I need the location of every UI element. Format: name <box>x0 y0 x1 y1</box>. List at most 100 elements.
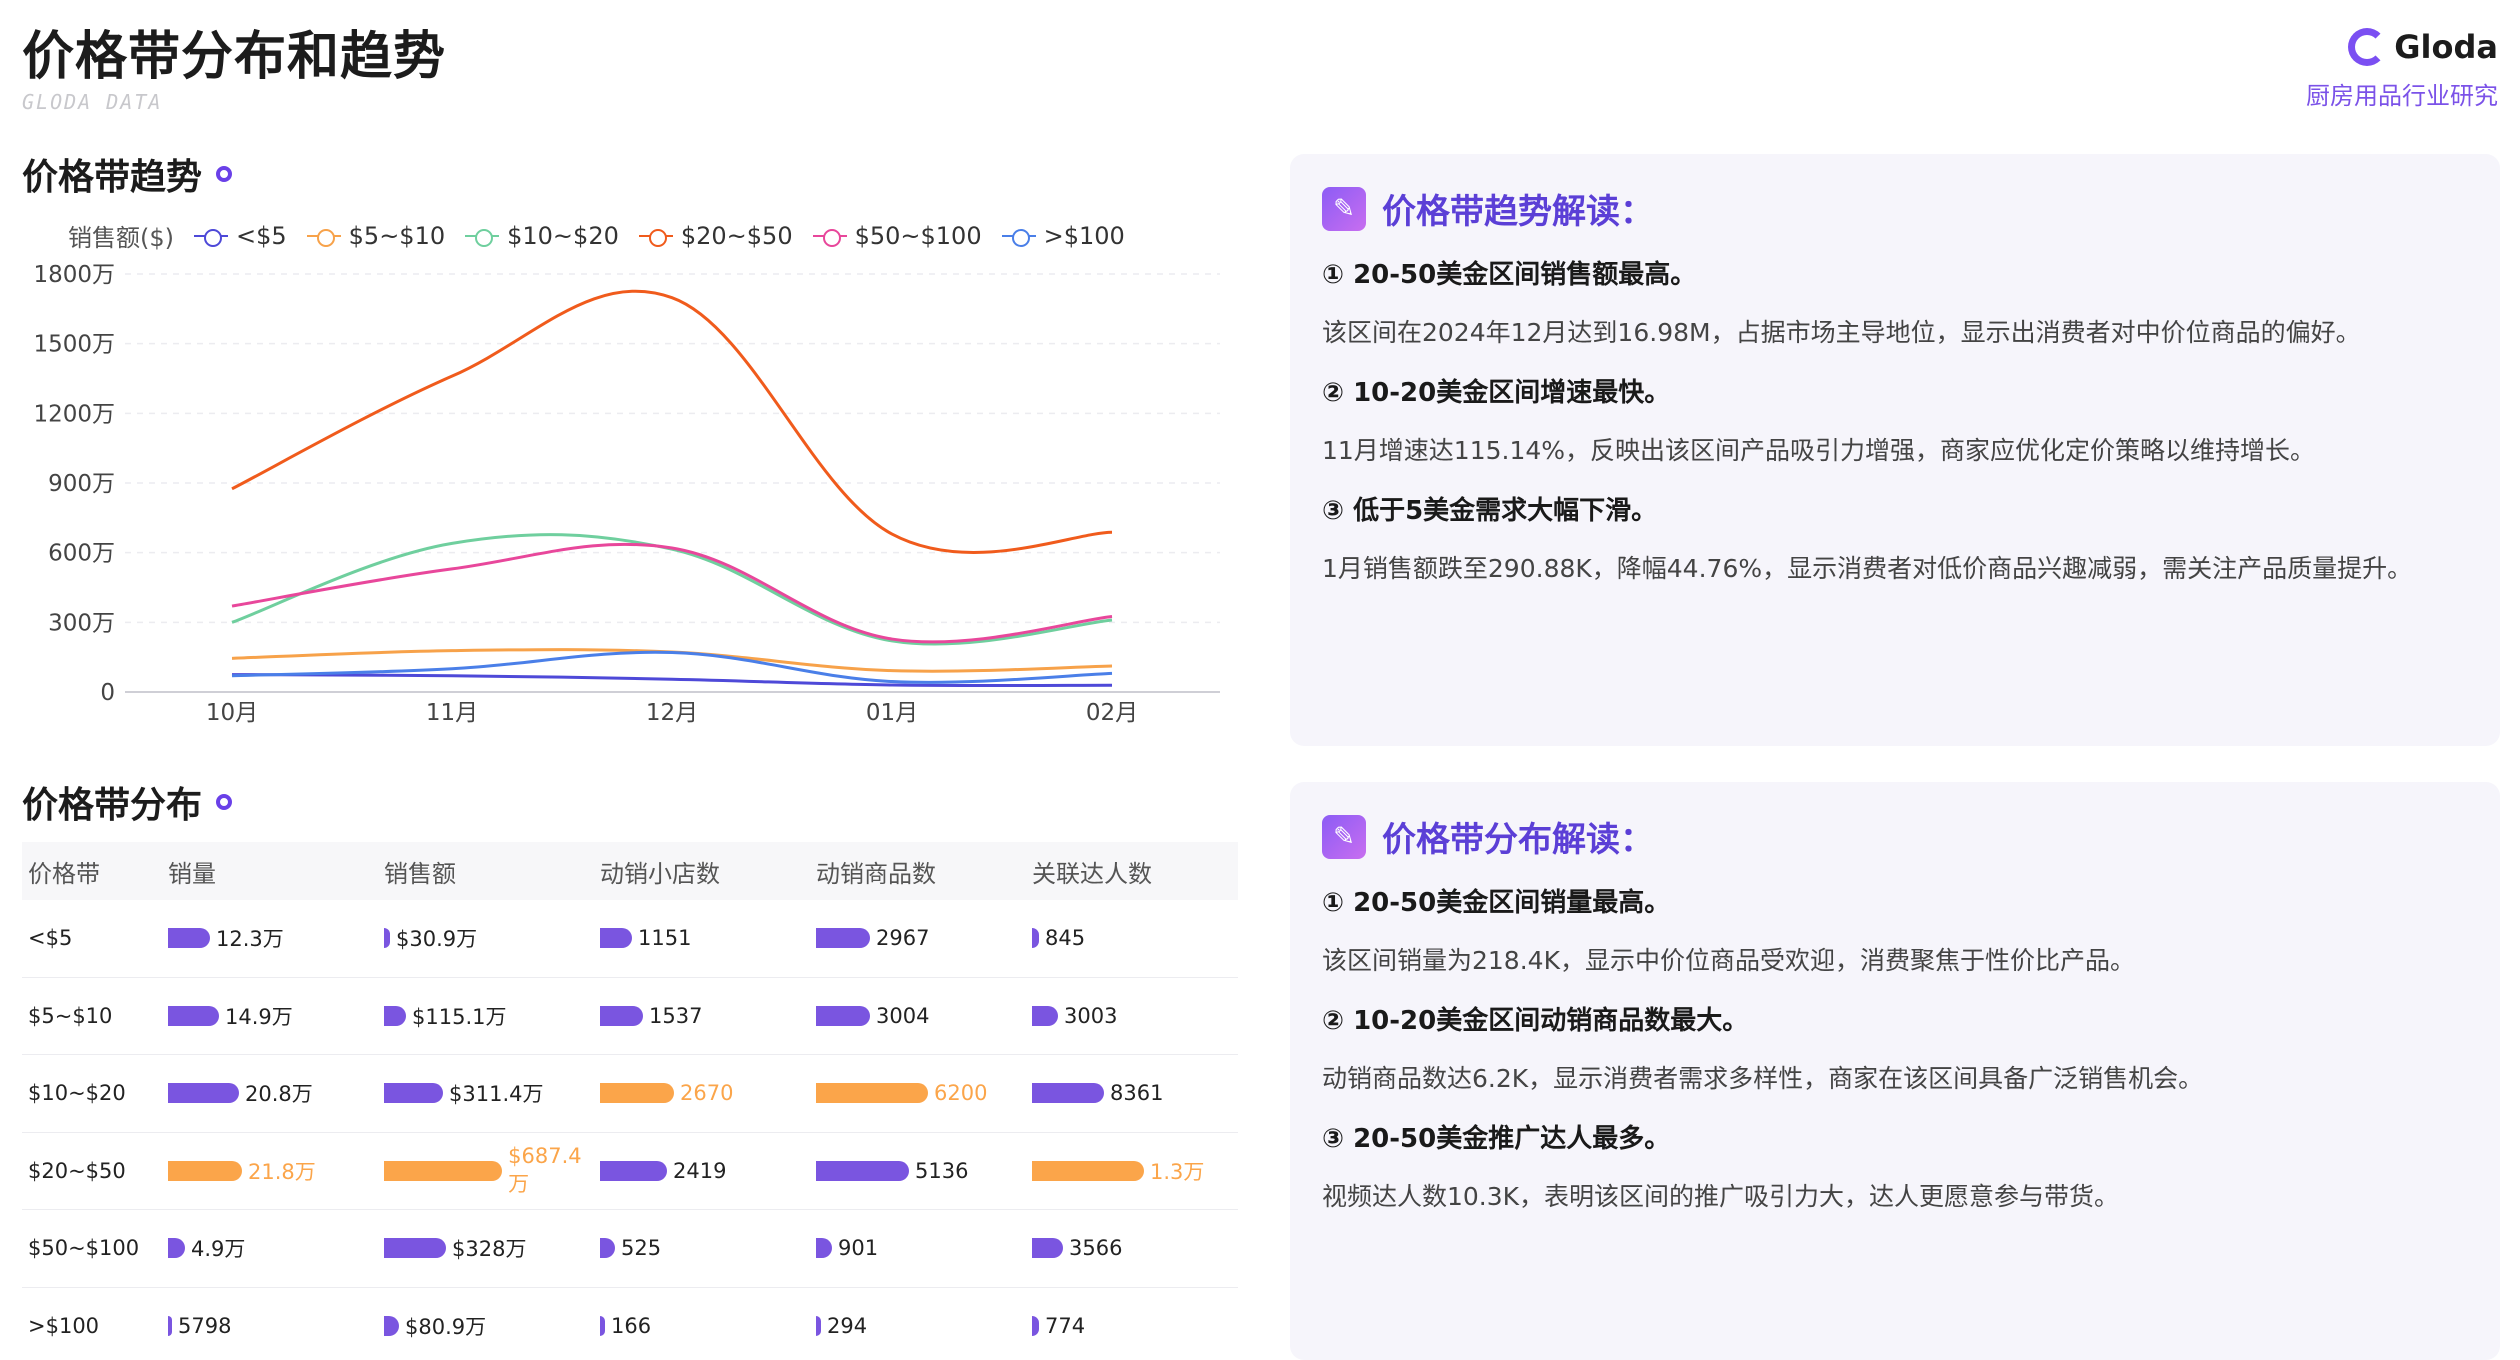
brand-name: Gloda <box>2394 28 2498 66</box>
legend-item[interactable]: $5~$10 <box>306 222 445 250</box>
value-bar <box>600 928 632 949</box>
insight-heading: ① 20-50美金区间销量最高。 <box>1322 888 1671 918</box>
legend-label: <$5 <box>236 221 287 250</box>
table-cell: 845 <box>1026 926 1238 950</box>
brand-logo: Gloda <box>2348 28 2498 66</box>
value-bar <box>816 1315 821 1336</box>
legend-item[interactable]: $10~$20 <box>465 222 619 250</box>
cell-value: 2670 <box>680 1081 734 1106</box>
legend-marker-icon <box>194 228 228 247</box>
series-line-4[interactable] <box>231 542 1113 644</box>
insight-body: 1月销售额跌至290.88K，降幅44.76%，显示消费者对低价商品兴趣减弱，需… <box>1322 554 2413 583</box>
cell-value: 3003 <box>1064 1003 1118 1028</box>
price-band-label: $5~$10 <box>28 1003 113 1028</box>
value-bar <box>816 1083 928 1104</box>
cell-value: 3004 <box>876 1003 930 1028</box>
value-bar <box>168 1315 172 1336</box>
table-row: $10~$20 20.8万 $311.4万 2670 6200 8361 <box>22 1055 1238 1133</box>
insight-body: 11月增速达115.14%，反映出该区间产品吸引力增强，商家应优化定价策略以维持… <box>1322 436 2316 465</box>
y-tick-label: 900万 <box>48 471 115 497</box>
table-row: $20~$50 21.8万 $687.4万 2419 5136 1.3万 <box>22 1133 1238 1210</box>
table-row: >$100 5798 $80.9万 166 294 774 <box>22 1288 1238 1360</box>
table-cell: $311.4万 <box>378 1078 594 1108</box>
cell-value: 166 <box>611 1313 652 1338</box>
x-tick-label: 02月 <box>1086 700 1138 726</box>
value-bar <box>168 928 210 949</box>
cell-value: 901 <box>838 1236 879 1261</box>
series-line-3[interactable] <box>231 289 1113 554</box>
cell-value: 1151 <box>638 926 692 951</box>
value-bar <box>816 928 870 949</box>
value-bar <box>168 1005 219 1026</box>
cell-value: 3566 <box>1069 1236 1123 1261</box>
gloda-logo-icon <box>2348 28 2387 66</box>
legend-marker-icon <box>465 228 500 247</box>
dist-insight-card: ✎ 价格带分布解读： ① 20-50美金区间销量最高。 该区间销量为218.4K… <box>1290 782 2500 1360</box>
y-tick-label: 0 <box>100 680 115 706</box>
value-bar <box>1032 928 1039 949</box>
cell-value: 2419 <box>673 1158 727 1183</box>
y-axis-label: 销售额($) <box>68 224 174 252</box>
table-cell: 525 <box>594 1236 810 1260</box>
dist-insight-title-text: 价格带分布解读： <box>1382 820 1654 860</box>
cell-value: 21.8万 <box>248 1159 316 1184</box>
value-bar <box>1032 1315 1039 1336</box>
value-bar <box>1032 1160 1144 1181</box>
table-cell: $687.4万 <box>378 1144 594 1198</box>
column-header: 价格带 <box>28 859 100 888</box>
pen-icon: ✎ <box>1322 814 1366 859</box>
cell-value: 8361 <box>1110 1081 1164 1106</box>
value-bar <box>816 1160 909 1181</box>
trend-insight-card: ✎ 价格带趋势解读： ① 20-50美金区间销售额最高。 该区间在2024年12… <box>1290 154 2500 746</box>
cell-value: 14.9万 <box>225 1004 293 1029</box>
x-tick-label: 12月 <box>646 700 698 726</box>
column-header: 动销商品数 <box>816 859 936 888</box>
dist-insight-point-1: ① 20-50美金区间销量最高。 该区间销量为218.4K，显示中价位商品受欢迎… <box>1322 882 2135 977</box>
cell-value: $311.4万 <box>449 1082 544 1107</box>
legend-item[interactable]: <$5 <box>194 222 287 250</box>
dist-section-title-text: 价格带分布 <box>22 785 203 826</box>
table-cell: 21.8万 <box>162 1156 378 1186</box>
cell-value: $328万 <box>452 1237 527 1262</box>
y-tick-label: 1500万 <box>33 332 115 358</box>
x-tick-label: 01月 <box>866 700 918 726</box>
insight-body: 动销商品数达6.2K，显示消费者需求多样性，商家在该区间具备广泛销售机会。 <box>1322 1064 2204 1093</box>
cell-value: 5798 <box>178 1313 232 1338</box>
value-bar <box>1032 1083 1104 1104</box>
cell-value: 4.9万 <box>191 1237 246 1262</box>
table-cell: 4.9万 <box>162 1233 378 1263</box>
table-cell: 3566 <box>1026 1236 1238 1260</box>
value-bar <box>168 1160 242 1181</box>
table-cell: 5798 <box>162 1314 378 1338</box>
legend-item[interactable]: $50~$100 <box>812 221 982 250</box>
value-bar <box>600 1083 674 1104</box>
industry-label: 厨房用品行业研究 <box>2306 82 2498 110</box>
insight-heading: ③ 低于5美金需求大幅下滑。 <box>1322 496 1658 526</box>
table-cell: 6200 <box>810 1081 1026 1105</box>
section-dot-icon <box>216 166 233 182</box>
y-tick-label: 300万 <box>48 610 115 636</box>
value-bar <box>168 1238 185 1259</box>
x-tick-label: 10月 <box>206 700 258 726</box>
section-dot-icon <box>216 794 233 810</box>
table-cell: 8361 <box>1026 1081 1238 1105</box>
page-subtitle: GLODA DATA <box>22 90 163 114</box>
cell-value: 774 <box>1045 1313 1086 1338</box>
page-title: 价格带分布和趋势 <box>22 27 447 87</box>
cell-value: 2967 <box>876 926 930 951</box>
trend-insight-title-text: 价格带趋势解读： <box>1382 192 1654 232</box>
table-row: $5~$10 14.9万 $115.1万 1537 3004 3003 <box>22 978 1238 1055</box>
cell-value: 6200 <box>934 1081 988 1106</box>
value-bar <box>816 1005 870 1026</box>
legend-label: $50~$100 <box>854 221 982 250</box>
column-header: 销量 <box>168 859 216 888</box>
cell-value: 5136 <box>915 1158 969 1183</box>
legend-item[interactable]: >$100 <box>1001 222 1125 250</box>
table-cell: 3003 <box>1026 1004 1238 1028</box>
value-bar <box>384 1238 446 1259</box>
insight-body: 该区间在2024年12月达到16.98M，占据市场主导地位，显示出消费者对中价位… <box>1322 318 2361 347</box>
legend-item[interactable]: $20~$50 <box>638 222 793 250</box>
table-cell: 3004 <box>810 1004 1026 1028</box>
table-row: <$5 12.3万 $30.9万 1151 2967 845 <box>22 900 1238 978</box>
legend-marker-icon <box>306 228 341 247</box>
